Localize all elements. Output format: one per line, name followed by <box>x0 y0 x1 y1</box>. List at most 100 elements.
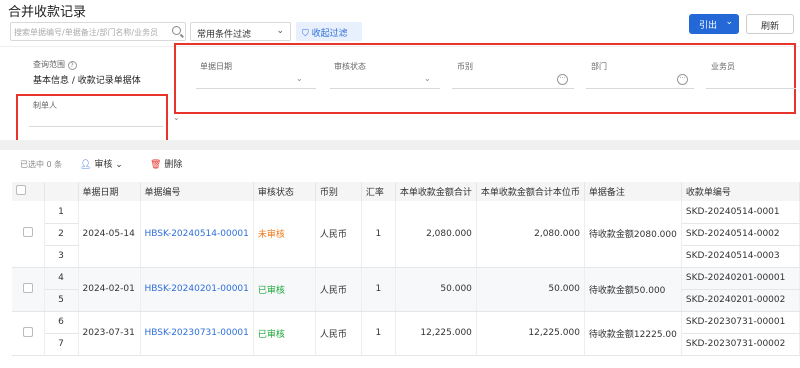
chevron-down-icon: ⌄ <box>296 74 303 83</box>
creator-field[interactable] <box>29 126 163 127</box>
cell-total-base: 2,080.000 <box>476 201 585 268</box>
collapse-filter-button[interactable]: ⛉ 收起过滤 <box>296 22 362 41</box>
table-row[interactable]: 4 2024-02-01 HBSK-20240201-00001 已审核 人民币 1 50.… <box>12 267 800 312</box>
cell-total-base: 50.000 <box>476 267 585 312</box>
status-badge: 已审核 <box>253 267 316 312</box>
cell-receipt-number: SKD-20240514-0002 <box>681 223 800 246</box>
chevron-down-icon: ⌄ <box>725 17 733 27</box>
doc-date-label: 单据日期 <box>200 62 232 71</box>
salesman-label: 业务员 <box>711 62 735 71</box>
cell-currency: 人民币 <box>315 201 362 268</box>
more-icon[interactable]: ··· <box>677 74 688 85</box>
help-icon[interactable]: ? <box>67 61 77 70</box>
row-checkbox[interactable] <box>22 326 33 337</box>
table-header-row: 单据日期 单据编号 审核状态 币别 汇率 本单收款金额合计 本单收款金额合计本位… <box>12 182 800 201</box>
export-button[interactable]: 引出 ⌄ <box>689 14 739 34</box>
delete-button[interactable]: 🗑︎ 删除 <box>150 157 182 170</box>
section-separator <box>0 140 800 150</box>
select-all-checkbox[interactable] <box>16 185 26 195</box>
doc-number-link[interactable]: HBSK-20240514-00001 <box>140 201 254 268</box>
department-label: 部门 <box>591 62 607 71</box>
table-row[interactable]: 6 2023-07-31 HBSK-20230731-00001 已审核 人民币 1 12,… <box>12 311 800 356</box>
chevron-down-icon: ⌄ <box>424 74 431 83</box>
cell-receipt-number: SKD-20240201-00002 <box>681 289 800 312</box>
creator-label: 制单人 <box>33 101 57 110</box>
department-field[interactable] <box>586 88 694 89</box>
row-index: 1 <box>44 201 79 224</box>
cell-total-base: 12,225.000 <box>476 311 585 356</box>
doc-number-link[interactable]: HBSK-20230731-00001 <box>140 311 254 356</box>
header-col[interactable]: 单据日期 <box>78 182 141 201</box>
preset-filter-select[interactable]: 常用条件过滤 ⌄ <box>190 22 291 41</box>
scope-label: 查询范围 ? <box>33 59 77 70</box>
cell-remark: 待收款金额50.000 <box>584 267 682 312</box>
highlight-box-filters <box>174 43 796 114</box>
trash-icon: 🗑︎ <box>150 160 162 170</box>
currency-label: 币别 <box>457 62 473 71</box>
header-col[interactable]: 币别 <box>315 182 362 201</box>
delete-label: 删除 <box>164 160 183 170</box>
collapse-filter-label: 收起过滤 <box>311 29 348 39</box>
preset-filter-value: 常用条件过滤 <box>197 30 252 40</box>
row-index: 2 <box>44 223 79 246</box>
records-table: 单据日期 单据编号 审核状态 币别 汇率 本单收款金额合计 本单收款金额合计本位… <box>12 182 800 356</box>
selected-count: 已选中 0 条 <box>20 160 63 169</box>
review-label: 审核 <box>94 160 113 170</box>
export-label: 引出 <box>699 21 718 31</box>
row-checkbox[interactable] <box>22 282 33 293</box>
search-input[interactable]: 搜索单据编号/单据备注/部门名称/业务员 <box>10 22 186 41</box>
chevron-down-icon: ⌄ <box>115 160 123 170</box>
search-icon[interactable] <box>172 26 181 35</box>
cell-total: 2,080.000 <box>395 201 477 268</box>
row-index: 4 <box>44 267 79 290</box>
filter-icon: ⛉ <box>302 29 309 39</box>
cell-rate: 1 <box>361 311 396 356</box>
cell-receipt-number: SKD-20230731-00002 <box>681 333 800 356</box>
cell-currency: 人民币 <box>315 267 362 312</box>
cell-remark: 待收款金额12225.00 <box>584 311 682 356</box>
table-row[interactable]: 1 2024-05-14 HBSK-20240514-00001 未审核 人民币 1 2,0… <box>12 201 800 268</box>
cell-receipt-number: SKD-20240201-00001 <box>681 267 800 290</box>
row-checkbox[interactable] <box>22 227 33 238</box>
doc-date-field[interactable] <box>196 88 316 89</box>
row-select-cell[interactable] <box>12 201 45 268</box>
page-title: 合并收款记录 <box>8 5 87 20</box>
cell-doc-date: 2024-02-01 <box>78 267 141 312</box>
header-index <box>44 182 79 201</box>
header-col[interactable]: 单据编号 <box>140 182 254 201</box>
review-button[interactable]: 👤︎ 审核 ⌄ <box>80 157 123 170</box>
row-select-cell[interactable] <box>12 311 45 356</box>
cell-doc-date: 2023-07-31 <box>78 311 141 356</box>
status-badge: 未审核 <box>253 201 316 268</box>
more-icon[interactable]: ··· <box>557 74 568 85</box>
header-col[interactable]: 单据备注 <box>584 182 682 201</box>
row-index: 3 <box>44 245 79 268</box>
refresh-button[interactable]: 刷新 <box>746 14 794 34</box>
cell-receipt-number: SKD-20240514-0001 <box>681 201 800 224</box>
review-status-field[interactable] <box>330 88 440 89</box>
header-col[interactable]: 审核状态 <box>253 182 316 201</box>
doc-number-link[interactable]: HBSK-20240201-00001 <box>140 267 254 312</box>
header-col[interactable]: 本单收款金额合计本位币 <box>476 182 585 201</box>
row-select-cell[interactable] <box>12 267 45 312</box>
header-col[interactable]: 本单收款金额合计 <box>395 182 477 201</box>
cell-rate: 1 <box>361 201 396 268</box>
cell-rate: 1 <box>361 267 396 312</box>
cell-remark: 待收款金额2080.000 <box>584 201 682 268</box>
cell-currency: 人民币 <box>315 311 362 356</box>
cell-total: 12,225.000 <box>395 311 477 356</box>
header-col[interactable]: 汇率 <box>361 182 396 201</box>
row-index: 6 <box>44 311 79 334</box>
scope-label-text: 查询范围 <box>33 60 65 69</box>
cell-receipt-number: SKD-20230731-00001 <box>681 311 800 334</box>
cell-receipt-number: SKD-20240514-0003 <box>681 245 800 268</box>
salesman-field[interactable] <box>706 88 796 89</box>
currency-field[interactable] <box>452 88 574 89</box>
scope-value[interactable]: 基本信息 / 收款记录单据体 <box>33 73 141 86</box>
header-col[interactable]: 收款单编号 <box>681 182 800 201</box>
row-index: 7 <box>44 333 79 356</box>
status-badge: 已审核 <box>253 311 316 356</box>
user-icon: 👤︎ <box>80 160 92 170</box>
cell-doc-date: 2024-05-14 <box>78 201 141 268</box>
header-select-all[interactable] <box>12 182 45 201</box>
